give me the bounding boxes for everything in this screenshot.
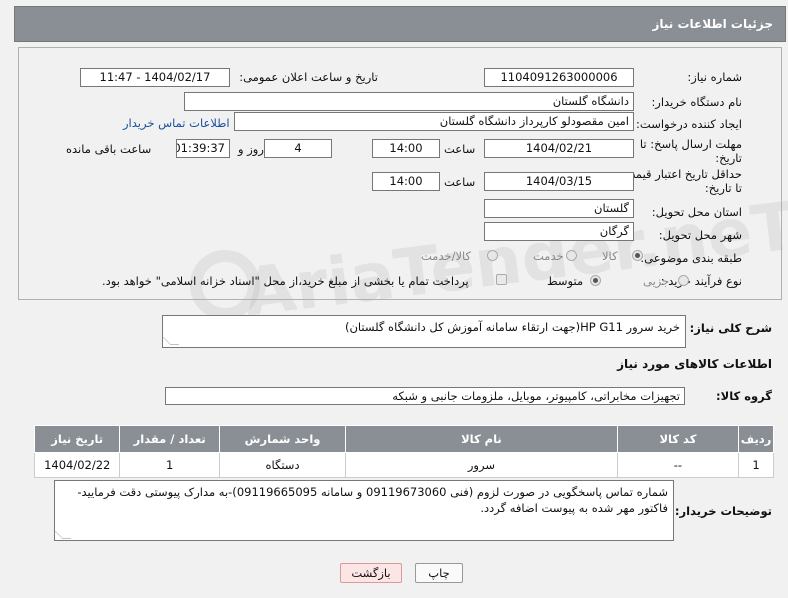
province-label: استان محل تحویل: bbox=[651, 205, 742, 219]
deadline-hour-label: ساعت bbox=[444, 142, 476, 156]
buyer-org-label: نام دستگاه خریدار: bbox=[651, 95, 742, 109]
items-table: ردیف کد کالا نام کالا واحد شمارش تعداد /… bbox=[33, 425, 774, 478]
col-qty: تعداد / مقدار bbox=[119, 425, 220, 453]
goods-group-field: تجهیزات مخابراتی، کامپیوتر، موبایل، ملزو… bbox=[165, 387, 685, 405]
cell-code: -- bbox=[616, 452, 740, 478]
need-number-field: 1104091263000006 bbox=[484, 68, 634, 87]
page-header: جزئیات اطلاعات نیاز bbox=[14, 6, 786, 42]
creator-field: امین مقصودلو کارپرداز دانشگاه گلستان bbox=[234, 112, 634, 131]
items-table-header: ردیف کد کالا نام کالا واحد شمارش تعداد /… bbox=[33, 425, 774, 453]
col-name: نام کالا bbox=[345, 425, 618, 453]
announce-field: 1404/02/17 - 11:47 bbox=[80, 68, 230, 87]
remaining-label: ساعت باقی مانده bbox=[66, 142, 152, 156]
announce-label: تاریخ و ساعت اعلان عمومی: bbox=[239, 70, 378, 84]
category-option-goods: کالا bbox=[602, 249, 618, 263]
min-validity-label: حداقل تاریخ اعتبار قیمت: bbox=[620, 167, 742, 181]
creator-label: ایجاد کننده درخواست: bbox=[636, 117, 742, 131]
category-radio-service[interactable] bbox=[566, 250, 577, 261]
deadline-time-field: 14:00 bbox=[372, 139, 440, 158]
col-row: ردیف bbox=[738, 425, 774, 453]
deadline-date-field: 1404/02/21 bbox=[484, 139, 634, 158]
deadline-label: مهلت ارسال پاسخ: تا bbox=[639, 137, 742, 151]
days-field: 4 bbox=[264, 139, 332, 158]
days-label: روز و bbox=[238, 142, 264, 156]
col-code: کد کالا bbox=[616, 425, 740, 453]
cell-unit: دستگاه bbox=[218, 452, 347, 478]
min-validity-label-date: تا تاریخ: bbox=[704, 181, 742, 195]
category-radio-goods[interactable] bbox=[632, 250, 643, 261]
process-label: نوع فرآیند خرید : bbox=[660, 274, 742, 288]
process-option-medium: متوسط bbox=[547, 274, 584, 288]
cell-row: 1 bbox=[738, 452, 774, 478]
cell-name: سرور bbox=[345, 452, 618, 478]
goods-info-title: اطلاعات کالاهای مورد نیاز bbox=[617, 357, 772, 371]
page-title: جزئیات اطلاعات نیاز bbox=[652, 17, 773, 31]
contact-info-link[interactable]: اطلاعات تماس خریدار bbox=[123, 116, 230, 130]
city-label: شهر محل تحویل: bbox=[658, 228, 742, 242]
validity-time-field: 14:00 bbox=[372, 172, 440, 191]
col-unit: واحد شمارش bbox=[218, 425, 347, 453]
category-option-both: کالا/خدمت bbox=[421, 249, 472, 263]
buyer-notes-textarea[interactable]: شماره تماس پاسخگویی در صورت لزوم (فنی 09… bbox=[54, 480, 674, 541]
cell-qty: 1 bbox=[119, 452, 220, 478]
process-radio-minor[interactable] bbox=[678, 275, 689, 286]
category-radio-both[interactable] bbox=[487, 250, 498, 261]
col-date: تاریخ نیاز bbox=[33, 425, 121, 453]
back-button[interactable]: بازگشت bbox=[340, 563, 402, 583]
table-row: 1 -- سرور دستگاه 1 1404/02/22 bbox=[33, 452, 774, 478]
validity-date-field: 1404/03/15 bbox=[484, 172, 634, 191]
print-button[interactable]: چاپ bbox=[415, 563, 463, 583]
payment-note: پرداخت تمام یا بخشی از مبلغ خرید،از محل … bbox=[102, 274, 469, 288]
category-label: طبقه بندی موضوعی: bbox=[640, 251, 742, 265]
category-option-service: خدمت bbox=[533, 249, 564, 263]
deadline-label-date: تاریخ: bbox=[715, 151, 742, 165]
validity-hour-label: ساعت bbox=[444, 175, 476, 189]
buyer-org-field: دانشگاه گلستان bbox=[184, 92, 634, 111]
treasury-checkbox[interactable] bbox=[496, 274, 507, 285]
city-field: گرگان bbox=[484, 222, 634, 241]
process-option-minor: جزیی bbox=[643, 274, 670, 288]
need-number-label: شماره نیاز: bbox=[687, 70, 742, 84]
cell-date: 1404/02/22 bbox=[33, 452, 121, 478]
description-label: شرح کلی نیاز: bbox=[689, 321, 772, 335]
description-textarea[interactable]: خرید سرور HP G11(جهت ارتقاء سامانه آموزش… bbox=[162, 315, 686, 348]
goods-group-label: گروه کالا: bbox=[716, 389, 772, 403]
process-radio-medium[interactable] bbox=[590, 275, 601, 286]
province-field: گلستان bbox=[484, 199, 634, 218]
remaining-time-field: 01:39:37 bbox=[176, 139, 230, 158]
buyer-notes-label: توضیحات خریدار: bbox=[674, 504, 772, 518]
